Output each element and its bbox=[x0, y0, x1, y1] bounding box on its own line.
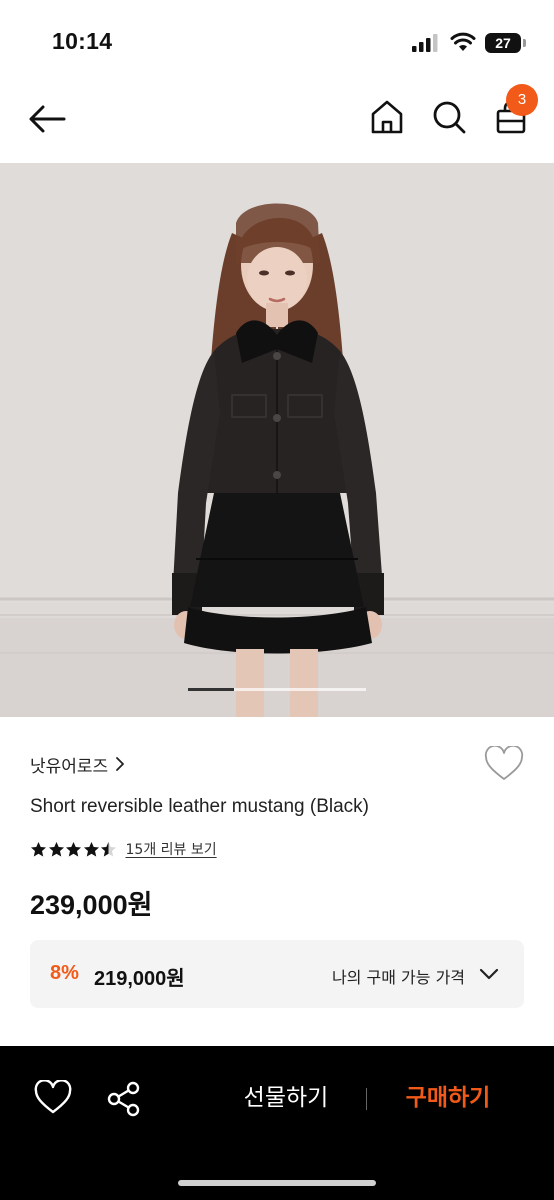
home-indicator bbox=[178, 1180, 376, 1186]
bottom-action-bar: 선물하기 구매하기 bbox=[0, 1046, 554, 1200]
cart-count-badge: 3 bbox=[506, 84, 538, 116]
button-divider bbox=[366, 1088, 367, 1110]
nav-bar bbox=[0, 80, 554, 162]
share-icon bbox=[107, 1081, 140, 1117]
like-button[interactable] bbox=[34, 1080, 72, 1116]
status-bar: 10:14 27 bbox=[0, 0, 554, 80]
rating-stars bbox=[30, 841, 118, 858]
status-time: 10:14 bbox=[52, 28, 113, 54]
product-title: Short reversible leather mustang (Black) bbox=[30, 796, 369, 817]
star-full-icon bbox=[31, 841, 46, 856]
arrow-left-icon bbox=[29, 105, 66, 133]
wishlist-button[interactable] bbox=[484, 746, 524, 782]
search-button[interactable] bbox=[430, 98, 468, 136]
star-full-icon bbox=[66, 841, 81, 856]
wifi-icon bbox=[450, 32, 476, 51]
signal-icon bbox=[412, 34, 438, 52]
buy-button[interactable]: 구매하기 bbox=[396, 1078, 500, 1118]
image-slide-indicator bbox=[188, 688, 366, 691]
model-photo bbox=[0, 163, 554, 717]
heart-outline-icon bbox=[484, 746, 524, 780]
product-price: 239,000원 bbox=[30, 890, 153, 920]
image-slide-indicator-active bbox=[188, 688, 235, 691]
review-link[interactable]: 15개 리뷰 보기 bbox=[126, 839, 217, 859]
heart-icon bbox=[34, 1080, 72, 1114]
home-icon bbox=[371, 100, 403, 134]
chevron-down-icon bbox=[479, 968, 499, 980]
battery-level: 27 bbox=[495, 35, 511, 51]
star-half-icon bbox=[101, 841, 116, 856]
discount-rate: 8% bbox=[50, 962, 79, 984]
discount-label: 나의 구매 가능 가격 bbox=[332, 968, 466, 987]
product-image[interactable] bbox=[0, 163, 554, 717]
brand-link[interactable]: 낫유어로즈 bbox=[30, 752, 126, 777]
battery-cap bbox=[523, 39, 526, 47]
rating-row: 15개 리뷰 보기 bbox=[30, 838, 217, 860]
battery-icon: 27 bbox=[485, 33, 527, 53]
discount-price: 219,000원 bbox=[94, 968, 185, 990]
search-icon bbox=[433, 101, 466, 134]
back-button[interactable] bbox=[26, 102, 68, 136]
star-full-icon bbox=[83, 841, 99, 856]
discount-price-box[interactable]: 8% 219,000원 나의 구매 가능 가격 bbox=[30, 940, 524, 1008]
gift-button[interactable]: 선물하기 bbox=[234, 1078, 338, 1118]
brand-name: 낫유어로즈 bbox=[30, 756, 109, 777]
chevron-right-icon bbox=[116, 757, 125, 771]
share-button[interactable] bbox=[106, 1080, 142, 1118]
home-button[interactable] bbox=[368, 98, 406, 136]
star-full-icon bbox=[48, 841, 64, 856]
